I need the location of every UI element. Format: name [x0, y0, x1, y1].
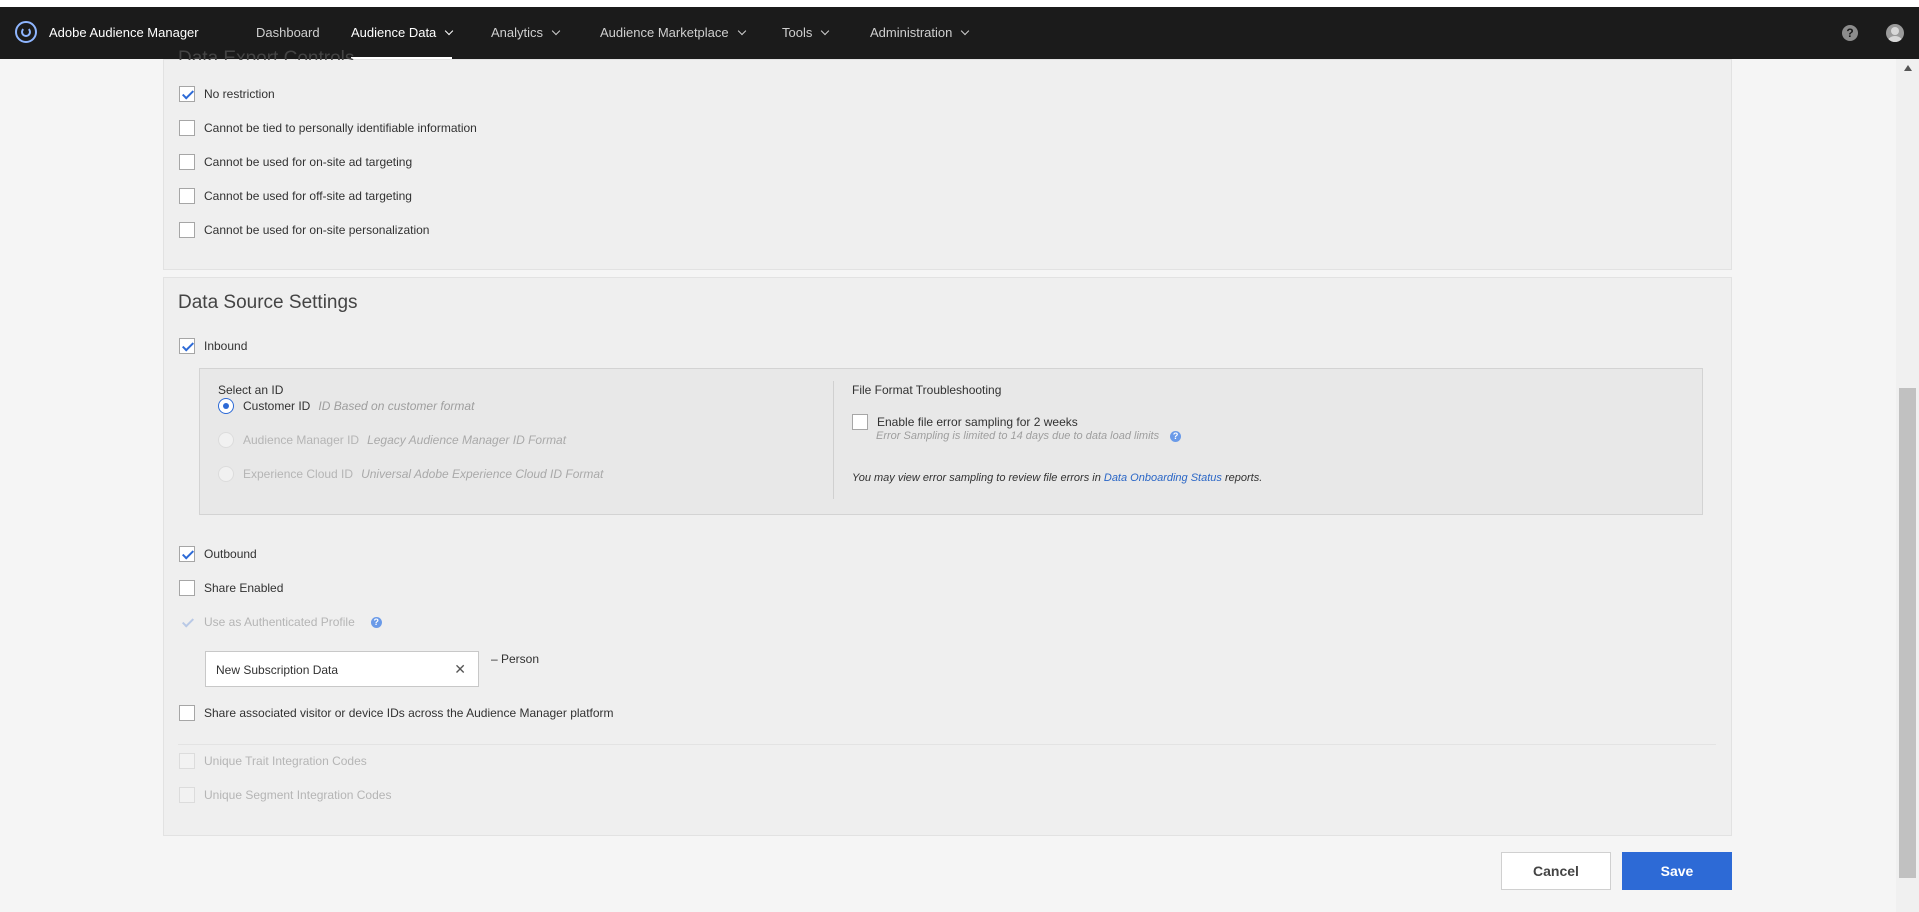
inbound-label: Inbound — [204, 339, 248, 353]
scroll-up-arrow-icon[interactable] — [1904, 65, 1912, 71]
radio-selected[interactable] — [218, 398, 234, 414]
inbound-option[interactable]: Inbound — [179, 338, 247, 354]
radio-label: Customer ID — [243, 399, 311, 413]
nav-audience-marketplace[interactable]: Audience Marketplace — [600, 7, 746, 59]
chevron-down-icon — [445, 26, 454, 36]
option-no-onsite-ad[interactable]: Cannot be used for on-site ad targeting — [179, 154, 412, 170]
checkbox-disabled[interactable] — [179, 787, 195, 803]
radio-audience-manager-id[interactable]: Audience Manager ID Legacy Audience Mana… — [218, 432, 566, 448]
troubleshooting-title: File Format Troubleshooting — [852, 383, 1002, 397]
unique-segment-codes-option[interactable]: Unique Segment Integration Codes — [179, 787, 391, 803]
view-note-prefix: You may view error sampling to review fi… — [852, 472, 1104, 484]
share-ids-label: Share associated visitor or device IDs a… — [204, 706, 614, 720]
data-onboarding-status-link[interactable]: Data Onboarding Status — [1104, 472, 1222, 484]
inbound-divider — [833, 381, 834, 499]
checkbox-checked[interactable] — [179, 546, 195, 562]
page-scrollbar[interactable] — [1896, 59, 1919, 912]
option-no-pii[interactable]: Cannot be tied to personally identifiabl… — [179, 120, 477, 136]
nav-audience-marketplace-label: Audience Marketplace — [600, 25, 729, 40]
checkbox-checked[interactable] — [179, 338, 195, 354]
nav-audience-data-label: Audience Data — [351, 25, 437, 40]
nav-analytics[interactable]: Analytics — [491, 7, 561, 59]
chevron-down-icon — [961, 26, 970, 36]
user-avatar[interactable] — [1886, 24, 1904, 42]
checkbox[interactable] — [179, 154, 195, 170]
enable-error-sampling-label: Enable file error sampling for 2 weeks — [877, 415, 1078, 429]
authenticated-profile-label: Use as Authenticated Profile — [204, 615, 355, 629]
enable-error-sampling[interactable]: Enable file error sampling for 2 weeks — [852, 414, 1078, 430]
section-divider — [178, 744, 1716, 745]
authenticated-profile-option[interactable]: Use as Authenticated Profile ? — [179, 614, 382, 630]
profile-tag-field[interactable]: New Subscription Data ✕ — [205, 651, 479, 687]
nav-analytics-label: Analytics — [491, 25, 544, 40]
error-sampling-limit-note: Error Sampling is limited to 14 days due… — [876, 430, 1182, 442]
nav-administration-label: Administration — [870, 25, 953, 40]
checkbox-disabled[interactable] — [179, 753, 195, 769]
data-source-settings-title: Data Source Settings — [178, 292, 358, 313]
radio-customer-id[interactable]: Customer ID ID Based on customer format — [218, 398, 474, 414]
checkbox[interactable] — [179, 188, 195, 204]
option-label: Cannot be tied to personally identifiabl… — [204, 121, 477, 135]
option-no-restriction[interactable]: No restriction — [179, 86, 275, 102]
checkbox-disabled-checked[interactable] — [179, 614, 195, 630]
nav-dashboard-label: Dashboard — [256, 25, 320, 40]
chevron-down-icon — [551, 26, 561, 36]
window-top-strip — [0, 0, 1919, 7]
nav-tools-label: Tools — [782, 25, 813, 40]
outbound-option[interactable]: Outbound — [179, 546, 257, 562]
unique-trait-label: Unique Trait Integration Codes — [204, 754, 367, 768]
option-label: Cannot be used for on-site personalizati… — [204, 223, 430, 237]
clear-icon[interactable]: ✕ — [454, 661, 466, 678]
view-note-suffix: reports. — [1221, 472, 1263, 484]
nav-audience-data[interactable]: Audience Data — [351, 7, 454, 59]
radio-disabled[interactable] — [218, 432, 234, 448]
radio-description: ID Based on customer format — [318, 399, 475, 413]
profile-tag-suffix: – Person — [491, 652, 540, 666]
scroll-thumb[interactable] — [1899, 388, 1916, 878]
view-error-sampling-note: You may view error sampling to review fi… — [852, 472, 1262, 484]
checkbox[interactable] — [179, 120, 195, 136]
checkbox[interactable] — [179, 705, 195, 721]
help-icon[interactable]: ? — [1842, 25, 1858, 41]
checkbox[interactable] — [852, 414, 868, 430]
nav-administration[interactable]: Administration — [870, 7, 970, 59]
radio-label: Audience Manager ID — [243, 433, 360, 447]
limit-note-text: Error Sampling is limited to 14 days due… — [876, 430, 1160, 442]
radio-experience-cloud-id[interactable]: Experience Cloud ID Universal Adobe Expe… — [218, 466, 603, 482]
radio-label: Experience Cloud ID — [243, 467, 354, 481]
radio-disabled[interactable] — [218, 466, 234, 482]
share-ids-option[interactable]: Share associated visitor or device IDs a… — [179, 705, 614, 721]
option-label: No restriction — [204, 87, 275, 101]
option-label: Cannot be used for off-site ad targeting — [204, 189, 412, 203]
profile-tag-value: New Subscription Data — [216, 663, 339, 677]
option-no-offsite-ad[interactable]: Cannot be used for off-site ad targeting — [179, 188, 412, 204]
info-icon[interactable]: ? — [370, 616, 382, 628]
checkbox[interactable] — [179, 580, 195, 596]
brand-logo[interactable]: Adobe Audience Manager — [15, 21, 199, 43]
unique-segment-label: Unique Segment Integration Codes — [204, 788, 392, 802]
checkbox-checked[interactable] — [179, 86, 195, 102]
data-export-controls-title: Data Export Controls — [178, 48, 355, 60]
share-enabled-label: Share Enabled — [204, 581, 284, 595]
outbound-label: Outbound — [204, 547, 257, 561]
chevron-down-icon — [821, 26, 830, 36]
nav-tools[interactable]: Tools — [782, 7, 830, 59]
cancel-button[interactable]: Cancel — [1501, 852, 1611, 890]
chevron-down-icon — [737, 26, 746, 36]
radio-description: Universal Adobe Experience Cloud ID Form… — [361, 467, 604, 481]
unique-trait-codes-option[interactable]: Unique Trait Integration Codes — [179, 753, 367, 769]
audience-manager-logo-icon — [15, 21, 37, 43]
data-source-settings-panel — [163, 277, 1732, 836]
radio-description: Legacy Audience Manager ID Format — [367, 433, 567, 447]
info-icon[interactable]: ? — [1170, 430, 1182, 442]
checkbox[interactable] — [179, 222, 195, 238]
save-button[interactable]: Save — [1622, 852, 1732, 890]
option-label: Cannot be used for on-site ad targeting — [204, 155, 413, 169]
brand-name: Adobe Audience Manager — [49, 24, 199, 40]
option-no-onsite-personalization[interactable]: Cannot be used for on-site personalizati… — [179, 222, 429, 238]
select-id-title: Select an ID — [218, 383, 284, 397]
share-enabled-option[interactable]: Share Enabled — [179, 580, 283, 596]
